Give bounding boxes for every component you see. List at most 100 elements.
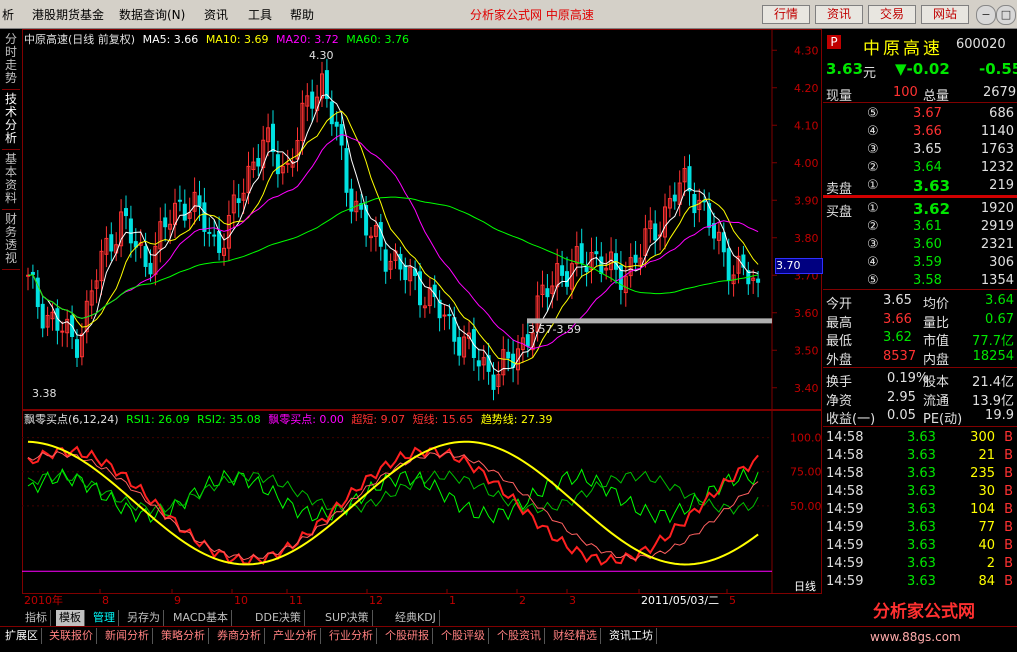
extension-tab[interactable]: 个股研报 [382, 628, 433, 644]
sell-volume: 219 [989, 178, 1014, 193]
maximize-icon[interactable]: □ [996, 5, 1016, 25]
tick-row[interactable]: 14:59 3.63 84 B [823, 573, 1017, 591]
tab-fundamentals[interactable]: 基本资料 [2, 153, 20, 210]
menu-item-data-query[interactable]: 数据查询(N) [119, 6, 185, 23]
fin-row: 收益(一) 0.05 PE(动) 19.9 [823, 407, 1017, 427]
candle-body [452, 317, 457, 342]
extension-tab[interactable]: 财经精选 [550, 628, 601, 644]
quote-panel: P 中原高速 600020 3.63 元 ▼-0.02 -0.55 现量 100… [823, 29, 1017, 627]
tick-row[interactable]: 14:59 3.63 77 B [823, 519, 1017, 537]
buy-level: ① [867, 201, 879, 216]
y-tick-label: 3.80 [794, 232, 819, 245]
tick-row[interactable]: 14:58 3.63 30 B [823, 483, 1017, 501]
tick-time: 14:58 [826, 484, 864, 499]
tick-row[interactable]: 14:59 3.63 40 B [823, 537, 1017, 555]
ma60-label: MA60: 3.76 [346, 33, 409, 46]
extension-tab[interactable]: 行业分析 [326, 628, 377, 644]
last-price: 3.63 [826, 60, 864, 78]
tick-row[interactable]: 14:58 3.63 235 B [823, 465, 1017, 483]
price-change: ▼-0.02 [895, 60, 950, 78]
x-tick-label: 2 [519, 594, 526, 607]
tab-technical[interactable]: 技术分析 [2, 93, 20, 150]
sell-row: ④ 3.66 1140 [823, 123, 1017, 141]
tick-row[interactable]: 14:58 3.63 300 B [823, 429, 1017, 447]
bottom-tab[interactable]: 模板 [56, 610, 85, 626]
rsi1-label: RSI1: 26.09 [126, 413, 190, 426]
menu-item-news[interactable]: 资讯 [204, 6, 228, 23]
candle-body [687, 166, 692, 192]
menu-item-analysis[interactable]: 析 [2, 6, 14, 23]
candle-body [236, 198, 241, 204]
candle-body [442, 314, 447, 317]
candle-body [726, 248, 731, 281]
x-tick-label: 5 [729, 594, 736, 607]
buy-row: ③ 3.60 2321 [823, 236, 1017, 254]
tick-row[interactable]: 14:58 3.63 21 B [823, 447, 1017, 465]
bottom-tab[interactable]: 指标 [22, 610, 51, 626]
extension-tab[interactable]: 个股评级 [438, 628, 489, 644]
extension-tab[interactable]: 扩展区 [2, 628, 42, 644]
tick-time: 14:59 [826, 502, 864, 517]
website-button[interactable]: 网站 [921, 5, 969, 24]
now-volume: 100 [893, 85, 918, 100]
tab-financials[interactable]: 财务透视 [2, 213, 20, 270]
candle-body [712, 223, 716, 239]
fin-key: 流通 [923, 393, 950, 409]
trade-button[interactable]: 交易 [868, 5, 916, 24]
bottom-tab[interactable]: 管理 [90, 610, 119, 626]
buy-point-label: 飘零买点: 0.00 [268, 413, 344, 426]
chart-area[interactable]: 4.30 4.20 4.10 4.00 3.90 3.80 3.70 3.60 3.50 3.40… [22, 29, 823, 607]
bottom-tab[interactable]: SUP决策 [322, 610, 373, 626]
extension-tab[interactable]: 券商分析 [214, 628, 265, 644]
candle-body [403, 265, 408, 281]
indicator-tick-label: 50.00 [790, 500, 822, 513]
extension-tab[interactable]: 策略分析 [158, 628, 209, 644]
candle-body [476, 360, 481, 367]
tab-intraday[interactable]: 分时走势 [2, 33, 20, 90]
buy-level: ③ [867, 237, 879, 252]
price-chart[interactable]: 4.30 4.20 4.10 4.00 3.90 3.80 3.70 3.60 3.50 3.40… [22, 29, 822, 609]
extension-tab[interactable]: 个股资讯 [494, 628, 545, 644]
fin-row: 净资 2.95 流通 13.9亿 [823, 389, 1017, 409]
tick-volume: 235 [970, 466, 995, 481]
indicator-tab-bar: 指标 模板 管理 另存为 MACD基本 DDE决策 SUP决策 经典KDJ [22, 610, 822, 626]
extension-tab[interactable]: 关联报价 [46, 628, 97, 644]
candle-body [217, 230, 222, 253]
stat-value: 3.62 [883, 330, 912, 345]
extension-tab[interactable]: 产业分析 [270, 628, 321, 644]
tick-row[interactable]: 14:59 3.63 104 B [823, 501, 1017, 519]
candle-body [594, 251, 599, 255]
news-button[interactable]: 资讯 [815, 5, 863, 24]
sell-level: ③ [867, 142, 879, 157]
x-tick-label: 2010年 [24, 593, 63, 607]
stat-value: 0.67 [985, 311, 1014, 327]
bottom-tab[interactable]: MACD基本 [170, 610, 232, 626]
extension-tab[interactable]: 资讯工坊 [606, 628, 657, 644]
candle-body [148, 262, 153, 275]
sell-level: ⑤ [867, 106, 879, 121]
tick-volume: 30 [978, 484, 995, 499]
minimize-icon[interactable]: − [976, 5, 996, 25]
fin-value: 21.4亿 [972, 375, 1014, 390]
period-label[interactable]: 日线 [794, 578, 816, 594]
quotes-button[interactable]: 行情 [762, 5, 810, 24]
extension-tab[interactable]: 新闻分析 [102, 628, 153, 644]
left-tab-strip: 分时走势 技术分析 基本资料 财务透视 [0, 29, 23, 594]
tick-row[interactable]: 14:59 3.63 2 B [823, 555, 1017, 573]
stat-row: 最高 3.66 量比 0.67 [823, 311, 1017, 331]
menu-item-help[interactable]: 帮助 [290, 6, 314, 23]
bottom-tab[interactable]: 经典KDJ [392, 610, 440, 626]
candle-body [560, 265, 565, 276]
bottom-tab[interactable]: DDE决策 [252, 610, 305, 626]
x-tick-label: 10 [234, 594, 248, 607]
bottom-tab[interactable]: 另存为 [124, 610, 164, 626]
menu-item-tools[interactable]: 工具 [248, 6, 272, 23]
sell-volume: 1232 [980, 160, 1014, 175]
tick-volume: 21 [978, 448, 995, 463]
fin-row: 换手 0.19% 股本 21.4亿 [823, 370, 1017, 390]
menu-item-hk-futures-funds[interactable]: 港股期货基金 [32, 6, 104, 23]
indicator-legend: 飘零买点(6,12,24) RSI1: 26.09 RSI2: 35.08 飘零… [24, 411, 557, 427]
sell-price: 3.66 [913, 124, 942, 139]
fin-value: 13.9亿 [972, 393, 1014, 409]
low-marker: 3.38 [32, 387, 57, 400]
